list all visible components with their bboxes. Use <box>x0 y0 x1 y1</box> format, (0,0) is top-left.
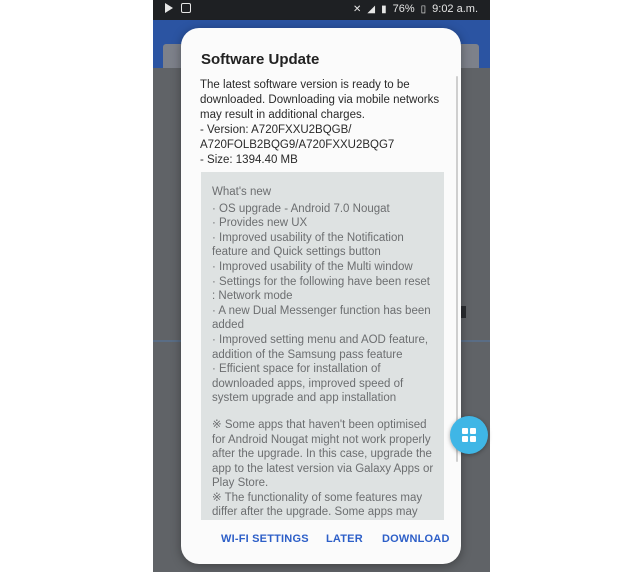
version-line-1: - Version: A720FXXU2BQGB/ <box>200 124 352 136</box>
list-item: · Efficient space for installation of do… <box>212 363 404 405</box>
background-mark <box>461 306 466 318</box>
compatibility-note: ※ Some apps that haven't been optimised … <box>212 418 434 490</box>
dialog-scrollbar[interactable] <box>456 76 458 462</box>
mute-icon: ✕ <box>352 3 362 15</box>
status-bar-right: ✕ ◢ ▮ 76% ▯ 9:02 a.m. <box>353 3 478 15</box>
list-item: · Settings for the following have been r… <box>212 275 430 303</box>
play-icon <box>165 3 173 13</box>
dialog-buttons: WI-FI SETTINGS LATER DOWNLOAD <box>181 533 461 555</box>
whats-new-panel[interactable]: What's new · OS upgrade - Android 7.0 No… <box>201 172 444 520</box>
apps-grid-icon <box>462 428 476 442</box>
list-item: · Improved usability of the Multi window <box>212 260 413 273</box>
download-button[interactable]: DOWNLOAD <box>382 533 450 545</box>
dialog-intro: The latest software version is ready to … <box>200 78 450 168</box>
list-item: · Improved setting menu and AOD feature,… <box>212 333 429 361</box>
software-update-dialog: Software Update The latest software vers… <box>181 28 461 564</box>
intro-text: The latest software version is ready to … <box>200 79 440 121</box>
whats-new-list: · OS upgrade - Android 7.0 Nougat · Prov… <box>212 202 434 406</box>
list-item: · Provides new UX <box>212 217 308 230</box>
status-bar: ✕ ◢ ▮ 76% ▯ 9:02 a.m. <box>153 0 490 20</box>
functionality-note: ※ The functionality of some features may… <box>212 491 423 519</box>
notification-icon <box>181 3 191 13</box>
battery-level: 76% <box>392 3 415 15</box>
floating-apps-button[interactable] <box>450 416 488 454</box>
status-bar-left <box>165 3 191 13</box>
later-button[interactable]: LATER <box>326 533 363 545</box>
wifi-icon: ◢ <box>367 3 376 15</box>
status-time: 9:02 a.m. <box>432 3 478 15</box>
dialog-title: Software Update <box>201 51 320 68</box>
update-size: - Size: 1394.40 MB <box>200 154 298 166</box>
list-item: · A new Dual Messenger function has been… <box>212 304 431 332</box>
wifi-settings-button[interactable]: WI-FI SETTINGS <box>221 533 309 545</box>
version-line-2: A720FOLB2BQG9/A720FXXU2BQG7 <box>200 139 395 151</box>
whats-new-heading: What's new <box>212 186 272 198</box>
battery-icon: ▯ <box>420 3 427 15</box>
list-item: · Improved usability of the Notification… <box>212 231 404 259</box>
list-item: · OS upgrade - Android 7.0 Nougat <box>212 202 390 215</box>
signal-icon: ▮ <box>381 3 387 15</box>
